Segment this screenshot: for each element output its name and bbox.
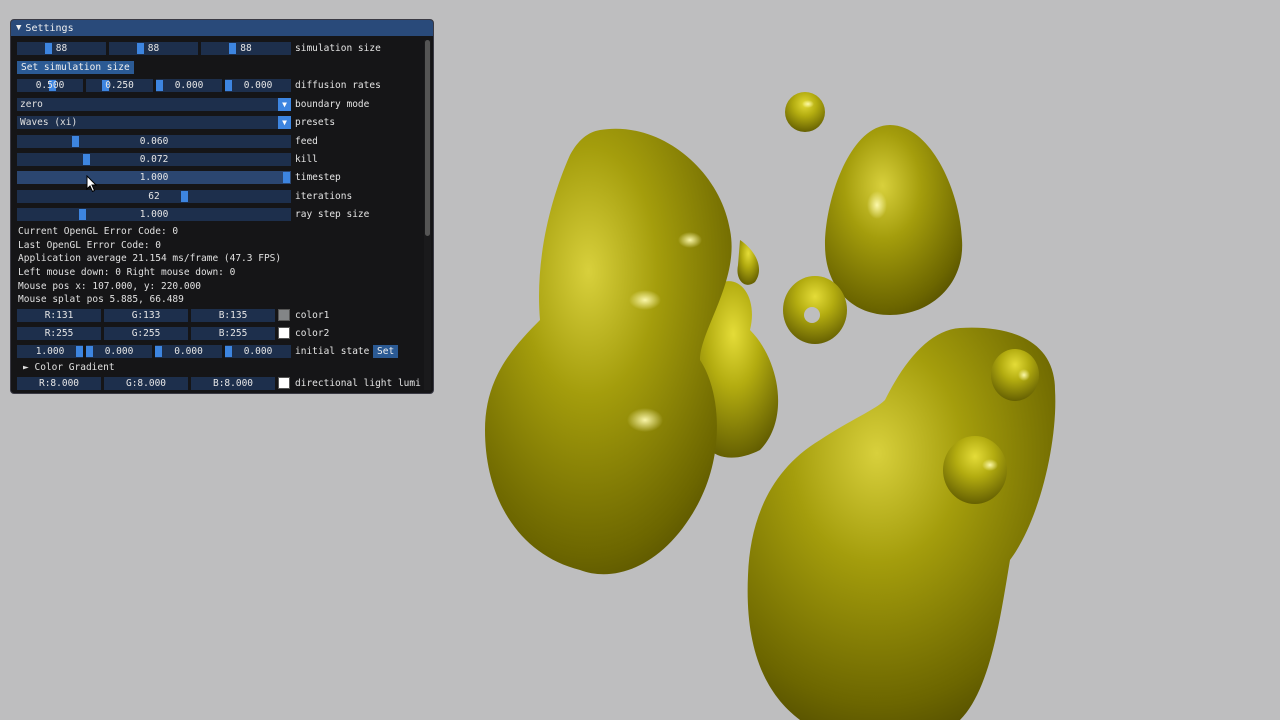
light-b-field[interactable]: B:8.000 bbox=[191, 377, 275, 390]
color2-swatch[interactable] bbox=[278, 327, 290, 339]
presets-combo[interactable]: Waves (xi) ▼ bbox=[17, 116, 291, 129]
slider-grab[interactable] bbox=[225, 80, 232, 91]
window-title: Settings bbox=[25, 22, 74, 34]
sim-size-z-slider[interactable]: 88 bbox=[201, 42, 291, 55]
mouse-cursor-icon bbox=[86, 175, 98, 193]
light-g-field[interactable]: G:8.000 bbox=[104, 377, 188, 390]
light-r-field[interactable]: R:8.000 bbox=[17, 377, 101, 390]
blob-top-right bbox=[825, 125, 963, 315]
sim-size-y-slider[interactable]: 88 bbox=[109, 42, 198, 55]
app-average-text: Application average 21.154 ms/frame (47.… bbox=[18, 253, 282, 264]
light-color-swatch[interactable] bbox=[278, 377, 290, 389]
initial-state-a-slider[interactable]: 1.000 bbox=[17, 345, 83, 358]
triangle-right-icon: ► bbox=[23, 362, 29, 373]
settings-title-bar[interactable]: ▼ Settings bbox=[11, 20, 433, 36]
slider-grab[interactable] bbox=[137, 43, 144, 54]
sim-size-label: simulation size bbox=[295, 43, 381, 54]
slider-grab[interactable] bbox=[225, 346, 232, 357]
slider-grab[interactable] bbox=[86, 346, 93, 357]
timestep-slider[interactable]: 1.000 bbox=[17, 171, 291, 184]
iterations-label: iterations bbox=[295, 191, 353, 202]
slider-grab[interactable] bbox=[283, 172, 290, 183]
initial-state-d-slider[interactable]: 0.000 bbox=[225, 345, 291, 358]
settings-window[interactable]: ▼ Settings 88 88 88 simulation size Set … bbox=[10, 19, 434, 394]
blob-top-small bbox=[785, 92, 825, 132]
kill-label: kill bbox=[295, 154, 318, 165]
color2-g-field[interactable]: G:255 bbox=[104, 327, 188, 340]
color2-r-field[interactable]: R:255 bbox=[17, 327, 101, 340]
initial-state-label: initial state bbox=[295, 346, 370, 357]
color1-r-field[interactable]: R:131 bbox=[17, 309, 101, 322]
diffusion-rate-d-slider[interactable]: 0.000 bbox=[225, 79, 291, 92]
color1-swatch[interactable] bbox=[278, 309, 290, 321]
diffusion-rates-label: diffusion rates bbox=[295, 80, 381, 91]
color1-g-field[interactable]: G:133 bbox=[104, 309, 188, 322]
slider-grab[interactable] bbox=[45, 43, 52, 54]
mouse-splat-text: Mouse splat pos 5.885, 66.489 bbox=[18, 294, 184, 305]
color2-label: color2 bbox=[295, 328, 330, 339]
mouse-pos-text: Mouse pos x: 107.000, y: 220.000 bbox=[18, 281, 202, 292]
mouse-down-text: Left mouse down: 0 Right mouse down: 0 bbox=[18, 267, 236, 278]
diffusion-rate-b-slider[interactable]: 0.250 bbox=[86, 79, 153, 92]
diffusion-rate-c-slider[interactable]: 0.000 bbox=[156, 79, 222, 92]
iterations-slider[interactable]: 62 bbox=[17, 190, 291, 203]
boundary-mode-combo[interactable]: zero ▼ bbox=[17, 98, 291, 111]
slider-grab[interactable] bbox=[156, 80, 163, 91]
color1-b-field[interactable]: B:135 bbox=[191, 309, 275, 322]
kill-slider[interactable]: 0.072 bbox=[17, 153, 291, 166]
slider-grab[interactable] bbox=[72, 136, 79, 147]
sim-size-x-slider[interactable]: 88 bbox=[17, 42, 106, 55]
ray-step-size-label: ray step size bbox=[295, 209, 370, 220]
chevron-down-icon[interactable]: ▼ bbox=[278, 116, 291, 129]
slider-grab[interactable] bbox=[79, 209, 86, 220]
color-gradient-tree-node[interactable]: ► Color Gradient bbox=[23, 362, 115, 373]
set-simulation-size-button[interactable]: Set simulation size bbox=[17, 61, 134, 74]
initial-state-b-slider[interactable]: 0.000 bbox=[86, 345, 152, 358]
slider-grab[interactable] bbox=[229, 43, 236, 54]
diffusion-rate-a-slider[interactable]: 0.500 bbox=[17, 79, 83, 92]
initial-state-c-slider[interactable]: 0.000 bbox=[155, 345, 222, 358]
collapse-triangle-icon[interactable]: ▼ bbox=[16, 23, 21, 33]
last-error-text: Last OpenGL Error Code: 0 bbox=[18, 240, 161, 251]
blob-ring bbox=[783, 276, 847, 344]
settings-scrollbar[interactable] bbox=[424, 40, 431, 390]
blob-bottom-right bbox=[747, 327, 1056, 720]
scrollbar-thumb[interactable] bbox=[425, 40, 430, 236]
slider-grab[interactable] bbox=[76, 346, 83, 357]
color1-label: color1 bbox=[295, 310, 330, 321]
timestep-label: timestep bbox=[295, 172, 341, 183]
feed-slider[interactable]: 0.060 bbox=[17, 135, 291, 148]
color2-b-field[interactable]: B:255 bbox=[191, 327, 275, 340]
ray-step-size-slider[interactable]: 1.000 bbox=[17, 208, 291, 221]
set-initial-state-button[interactable]: Set bbox=[373, 345, 399, 358]
current-error-text: Current OpenGL Error Code: 0 bbox=[18, 226, 179, 237]
presets-label: presets bbox=[295, 117, 336, 128]
slider-grab[interactable] bbox=[181, 191, 188, 202]
feed-label: feed bbox=[295, 136, 318, 147]
boundary-mode-label: boundary mode bbox=[295, 99, 370, 110]
directional-light-label: directional light lumi bbox=[295, 378, 421, 389]
slider-grab[interactable] bbox=[155, 346, 162, 357]
chevron-down-icon[interactable]: ▼ bbox=[278, 98, 291, 111]
slider-grab[interactable] bbox=[83, 154, 90, 165]
